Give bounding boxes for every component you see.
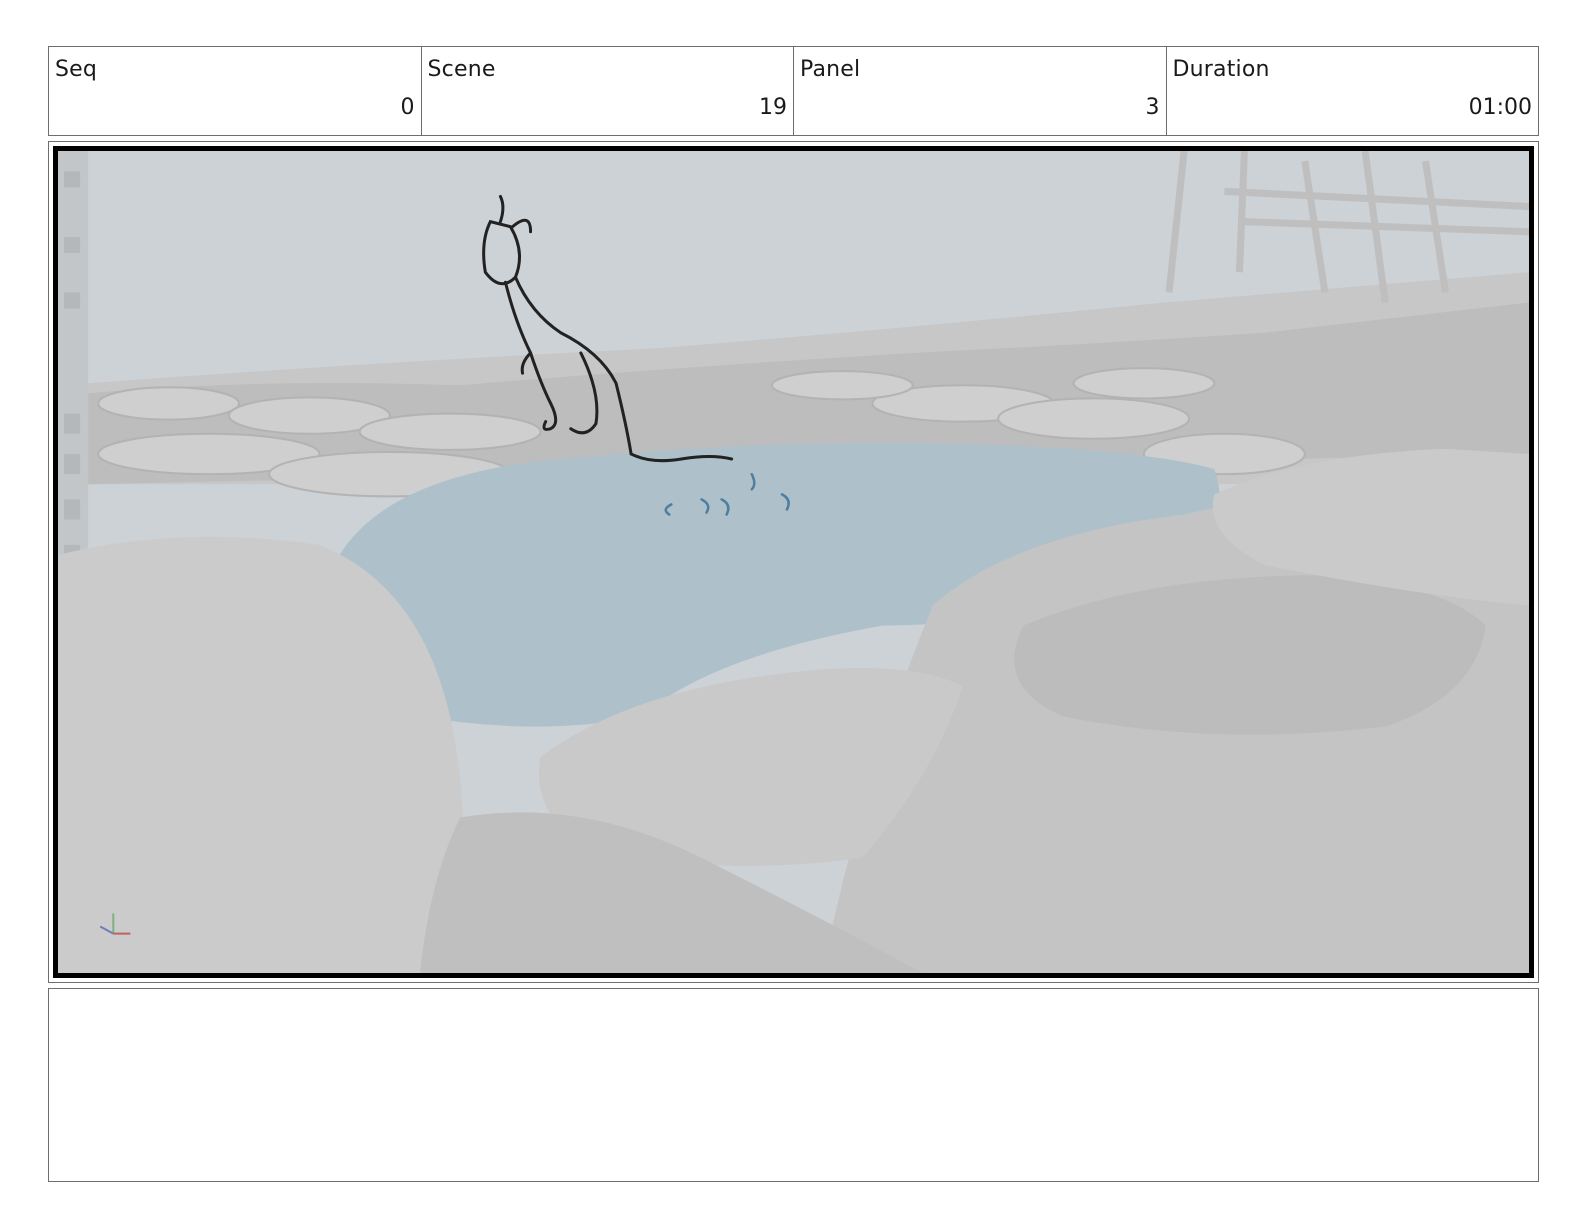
seq-label: Seq — [55, 57, 98, 82]
panel-info-header: Seq 0 Scene 19 Panel 3 Duration 01:00 — [48, 46, 1539, 136]
scene-label: Scene — [427, 57, 496, 82]
scene-illustration — [58, 151, 1529, 973]
panel-cell: Panel 3 — [794, 47, 1167, 135]
storyboard-image — [53, 146, 1534, 978]
storyboard-frame — [48, 141, 1539, 983]
scene-value: 19 — [759, 95, 787, 120]
panel-label: Panel — [800, 57, 861, 82]
scene-cell: Scene 19 — [422, 47, 794, 135]
duration-value: 01:00 — [1468, 95, 1532, 120]
seq-cell: Seq 0 — [49, 47, 422, 135]
duration-label: Duration — [1172, 57, 1270, 82]
panel-value: 3 — [1145, 95, 1160, 120]
panel-notes — [48, 988, 1539, 1182]
duration-cell: Duration 01:00 — [1167, 47, 1539, 135]
seq-value: 0 — [400, 95, 415, 120]
